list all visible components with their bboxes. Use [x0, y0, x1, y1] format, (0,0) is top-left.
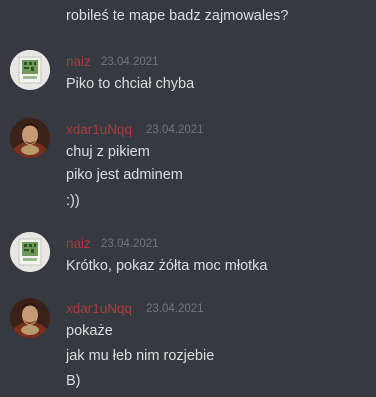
- message-line: :)): [66, 193, 80, 209]
- message-line: B): [66, 373, 81, 389]
- naiz-avatar-image: [10, 50, 50, 90]
- timestamp: 23.04.2021: [146, 124, 204, 136]
- xdar1unqq-avatar-image: [10, 298, 50, 338]
- naiz-avatar-image: [10, 232, 50, 272]
- username[interactable]: naiz: [66, 235, 91, 253]
- message-line: chuj z pikiem: [66, 144, 150, 160]
- message-line: robileś te mape badz zajmowales?: [66, 8, 289, 24]
- message-line: jak mu łeb nim rozjebie: [66, 348, 215, 364]
- user-avatar[interactable]: [10, 298, 50, 338]
- timestamp: 23.04.2021: [101, 238, 159, 250]
- timestamp: 23.04.2021: [146, 303, 204, 315]
- message-line: piko jest adminem: [66, 167, 183, 183]
- username[interactable]: naiz: [66, 53, 91, 71]
- username[interactable]: xdar1uNqq: [66, 121, 132, 139]
- message-line: Krótko, pokaz żółta moc młotka: [66, 258, 268, 274]
- user-avatar[interactable]: [10, 118, 50, 158]
- xdar1unqq-avatar-image: [10, 118, 50, 158]
- message-line: pokaże: [66, 323, 113, 339]
- username[interactable]: xdar1uNqq: [66, 300, 132, 318]
- user-avatar[interactable]: [10, 232, 50, 272]
- timestamp: 23.04.2021: [101, 56, 159, 68]
- user-avatar[interactable]: [10, 50, 50, 90]
- message-line: Piko to chciał chyba: [66, 76, 195, 92]
